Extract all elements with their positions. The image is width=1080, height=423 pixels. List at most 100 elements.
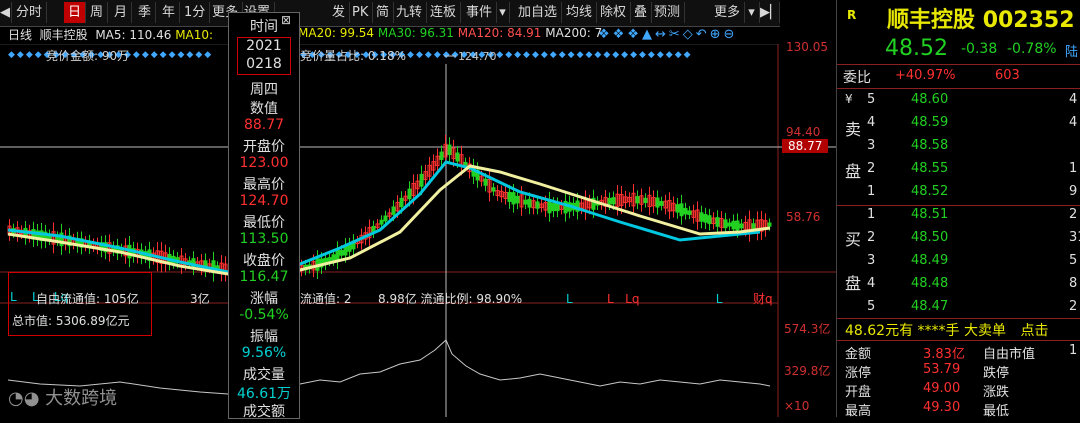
add-watchlist-button[interactable]: 加自选 bbox=[514, 2, 563, 23]
candle-body bbox=[523, 199, 528, 205]
candle-body bbox=[739, 223, 744, 229]
candle-body bbox=[655, 197, 660, 208]
ma10-label: MA10: bbox=[175, 28, 214, 42]
tab-yearly[interactable]: 年 bbox=[158, 2, 181, 23]
candle-body bbox=[635, 196, 640, 204]
forecast-button[interactable]: 预测 bbox=[650, 2, 686, 23]
kline-chart: ◆◆◆◆◆◆◆◆◆◆◆◆◆◆◆◆◆◆◆◆◆◆◆ ◆◆◆◆◆◆◆◆◆◆◆◆◆◆◆◆… bbox=[0, 44, 836, 417]
stat-v1: 49.00 bbox=[923, 381, 961, 396]
tt-date: 0218 bbox=[246, 56, 282, 72]
event-marker[interactable]: 财q bbox=[753, 292, 773, 306]
tt-low: 113.50 bbox=[239, 231, 289, 247]
sell-level-row[interactable]: 3 48.58 bbox=[837, 138, 1080, 161]
stat-l1: 金额 bbox=[845, 347, 872, 362]
buy-level-row[interactable]: 1 48.51 2 bbox=[837, 207, 1080, 230]
divider bbox=[837, 318, 1080, 319]
tt-change-label: 涨幅 bbox=[250, 291, 278, 307]
ma20-label: MA20: 99.54 bbox=[298, 26, 375, 40]
tab-1min[interactable]: 1分 bbox=[180, 2, 211, 23]
buy-level-number: 2 bbox=[867, 230, 876, 245]
watermark-logo-icon: ◔◕ bbox=[8, 388, 40, 409]
buy-level-number: 5 bbox=[867, 299, 876, 314]
buy-level-price: 48.51 bbox=[911, 207, 949, 222]
candle-body bbox=[483, 178, 488, 186]
buy-level-row[interactable]: 3 48.49 5 bbox=[837, 253, 1080, 276]
candle-body bbox=[643, 197, 648, 204]
candle-body bbox=[327, 257, 332, 262]
buy-level-price: 48.47 bbox=[911, 299, 949, 314]
event-marker[interactable]: L bbox=[566, 292, 573, 306]
stat-l2: 跌停 bbox=[983, 366, 1010, 381]
limit-up-board-button[interactable]: 连板 bbox=[426, 2, 462, 23]
candle-body bbox=[507, 191, 512, 202]
stock-title: 顺丰控股 002352 bbox=[887, 2, 1075, 34]
tt-weekday: 周四 bbox=[250, 82, 278, 98]
tt-open: 123.00 bbox=[239, 155, 289, 171]
buy-level-volume: 5 bbox=[1069, 253, 1078, 268]
candle-body bbox=[455, 152, 460, 162]
scroll-end-icon[interactable]: ▶▏ bbox=[760, 2, 780, 23]
sell-level-row[interactable]: 4 48.59 4 bbox=[837, 115, 1080, 138]
price-change-pct: -0.78% bbox=[1007, 41, 1057, 57]
volume-axis-top: 574.3亿 bbox=[784, 322, 831, 336]
candle-body bbox=[731, 220, 736, 230]
chart-tool-icons[interactable]: ❖❖❖▲↔✂◇↶⊕⊖ bbox=[598, 27, 737, 42]
dropdown-icon[interactable]: ▾ bbox=[744, 2, 760, 23]
sell-level-row[interactable]: 2 48.55 1 bbox=[837, 161, 1080, 184]
tt-volume: 46.61万 bbox=[236, 386, 292, 402]
stat-l1: 涨停 bbox=[845, 366, 872, 381]
jiuzhuan-button[interactable]: 九转 bbox=[392, 2, 428, 23]
float-ratio-label: 8.98亿 流通比例: 98.90% bbox=[378, 292, 523, 306]
big-order-click: 点击 bbox=[1020, 323, 1049, 339]
event-marker[interactable]: Lq bbox=[625, 292, 639, 306]
last-price: 48.52 bbox=[885, 36, 948, 61]
tab-daily[interactable]: 日 bbox=[64, 2, 87, 23]
buy-level-number: 3 bbox=[867, 253, 876, 268]
sell-level-row[interactable]: 1 48.52 9 bbox=[837, 184, 1080, 207]
overlay-button[interactable]: 叠 bbox=[630, 2, 653, 23]
close-icon[interactable]: ⊠ bbox=[281, 13, 291, 27]
big-order-bar[interactable]: 48.62元有 ****手 大卖单 点击 bbox=[845, 320, 1048, 340]
quote-panel: R 顺丰控股 002352 48.52 -0.38 -0.78% 陆 委比 +4… bbox=[836, 0, 1080, 419]
events-dropdown-icon[interactable]: ▾ bbox=[496, 2, 510, 23]
candle-body bbox=[767, 222, 772, 227]
sell-level-price: 48.52 bbox=[911, 184, 949, 199]
simple-button[interactable]: 简 bbox=[372, 2, 395, 23]
candle-body bbox=[687, 210, 692, 215]
ex-rights-button[interactable]: 除权 bbox=[596, 2, 632, 23]
event-marker-row-right: L L Lq L 财q bbox=[566, 290, 773, 307]
tab-monthly[interactable]: 月 bbox=[110, 2, 133, 23]
stat-row: 最高 49.30 最低 bbox=[837, 400, 1080, 423]
draw-button[interactable]: 发 bbox=[328, 2, 351, 23]
buy-level-price: 48.50 bbox=[911, 230, 949, 245]
back-icon[interactable]: ◀ bbox=[0, 2, 12, 23]
ma-button[interactable]: 均线 bbox=[562, 2, 598, 23]
free-float-label: 自由流通值: 105亿 bbox=[36, 292, 139, 306]
events-button[interactable]: 事件 bbox=[462, 2, 498, 23]
volume-line bbox=[299, 339, 771, 387]
tt-year: 2021 bbox=[246, 38, 282, 54]
candle-body bbox=[723, 219, 728, 229]
event-marker[interactable]: L bbox=[716, 292, 723, 306]
candle-body bbox=[555, 203, 560, 212]
candle-body bbox=[511, 192, 516, 205]
tab-quarterly[interactable]: 季 bbox=[134, 2, 157, 23]
sell-level-price: 48.55 bbox=[911, 161, 949, 176]
candlestick-series bbox=[7, 134, 772, 282]
pk-button[interactable]: PK bbox=[348, 2, 374, 23]
buy-level-row[interactable]: 4 48.48 8 bbox=[837, 276, 1080, 299]
sell-level-row[interactable]: 5 48.60 4 bbox=[837, 92, 1080, 115]
chart-mode-label: 日线 bbox=[8, 28, 33, 42]
buy-level-row[interactable]: 2 48.50 31 bbox=[837, 230, 1080, 253]
more-button[interactable]: 更多 bbox=[710, 2, 746, 23]
event-marker[interactable]: L bbox=[607, 292, 614, 306]
tab-intraday[interactable]: 分时 bbox=[12, 2, 48, 23]
stat-v2: 1 bbox=[1069, 343, 1078, 358]
tab-weekly[interactable]: 周 bbox=[86, 2, 109, 23]
candle-body bbox=[527, 198, 532, 208]
tt-volume-label: 成交量 bbox=[243, 367, 285, 383]
tt-change: -0.54% bbox=[239, 307, 289, 323]
buy-level-number: 4 bbox=[867, 276, 876, 291]
sell-level-price: 48.60 bbox=[911, 92, 949, 107]
period-toolbar: ◀ 分时 日 周 月 季 年 1分 更多 设置 发 PK 简 九转 连板 事件 … bbox=[0, 0, 780, 27]
